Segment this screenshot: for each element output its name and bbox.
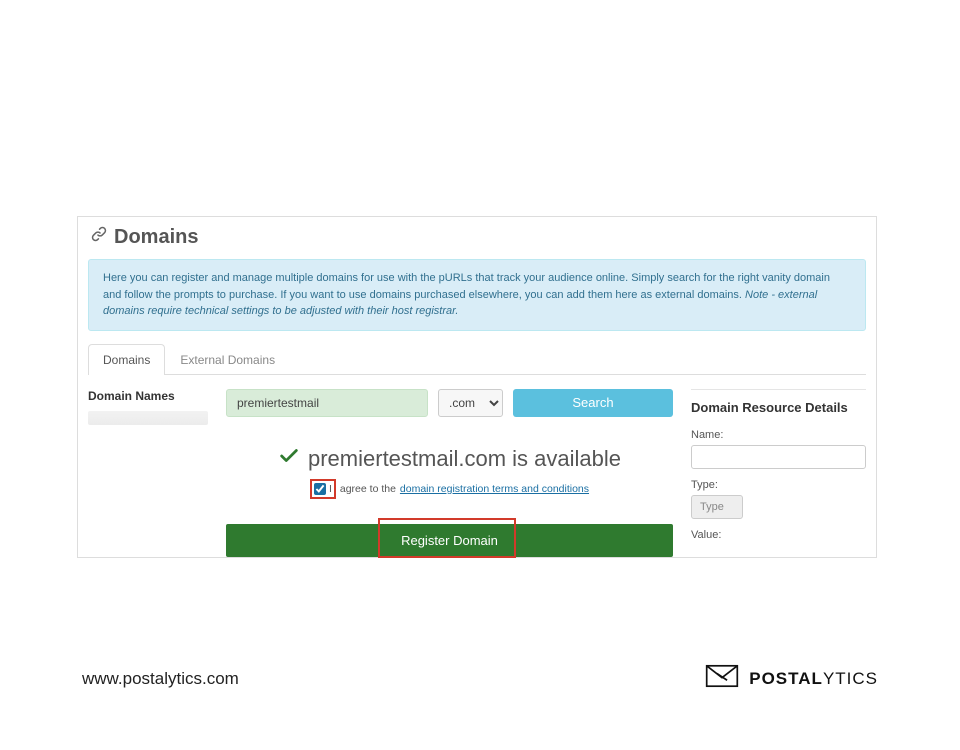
brand-bold: POSTAL (749, 669, 823, 688)
panel-header: Domains (78, 217, 876, 255)
availability-text: premiertestmail.com is available (308, 446, 621, 472)
tab-domains[interactable]: Domains (88, 344, 165, 375)
domain-search-input[interactable] (226, 389, 428, 417)
availability-block: premiertestmail.com is available I agree… (226, 445, 673, 500)
brand-text: POSTALYTICS (749, 669, 878, 689)
value-label: Value: (691, 529, 866, 541)
page-title-text: Domains (114, 226, 198, 249)
search-row: .com Search (226, 389, 673, 417)
agree-text: agree to the (340, 483, 396, 495)
domains-panel: Domains Here you can register and manage… (77, 216, 877, 558)
register-domain-button[interactable]: Register Domain (226, 524, 673, 557)
resource-details-column: Domain Resource Details Name: Type: Valu… (691, 389, 866, 557)
name-input[interactable] (691, 445, 866, 469)
brand-light: YTICS (823, 669, 878, 688)
footer: www.postalytics.com POSTALYTICS (0, 664, 960, 693)
register-wrap: Register Domain (226, 524, 673, 557)
search-column: .com Search premiertestmail.com is avail… (226, 389, 673, 557)
info-text: Here you can register and manage multipl… (103, 272, 830, 301)
terms-link[interactable]: domain registration terms and conditions (400, 483, 589, 495)
type-input (691, 495, 743, 519)
list-item[interactable] (88, 411, 208, 425)
link-icon (90, 225, 108, 249)
brand: POSTALYTICS (705, 664, 878, 693)
agree-prefix-partial: I (329, 483, 332, 495)
tab-external-domains[interactable]: External Domains (165, 344, 290, 375)
footer-url: www.postalytics.com (82, 669, 239, 689)
terms-checkbox-highlight: I (310, 479, 336, 499)
availability-line: premiertestmail.com is available (278, 445, 621, 473)
envelope-icon (705, 664, 739, 693)
search-button[interactable]: Search (513, 389, 673, 417)
domain-names-column: Domain Names (88, 389, 208, 557)
resource-details-title: Domain Resource Details (691, 400, 866, 415)
tabs: Domains External Domains (88, 343, 866, 375)
type-label: Type: (691, 479, 866, 491)
name-label: Name: (691, 429, 866, 441)
page-title: Domains (90, 225, 864, 249)
info-alert: Here you can register and manage multipl… (88, 259, 866, 331)
check-icon (278, 445, 300, 473)
tld-select[interactable]: .com (438, 389, 503, 417)
domain-names-title: Domain Names (88, 389, 208, 403)
terms-checkbox[interactable] (314, 483, 326, 495)
content-row: Domain Names .com Search premiertestmail… (78, 375, 876, 557)
terms-line: I agree to the domain registration terms… (310, 479, 589, 499)
